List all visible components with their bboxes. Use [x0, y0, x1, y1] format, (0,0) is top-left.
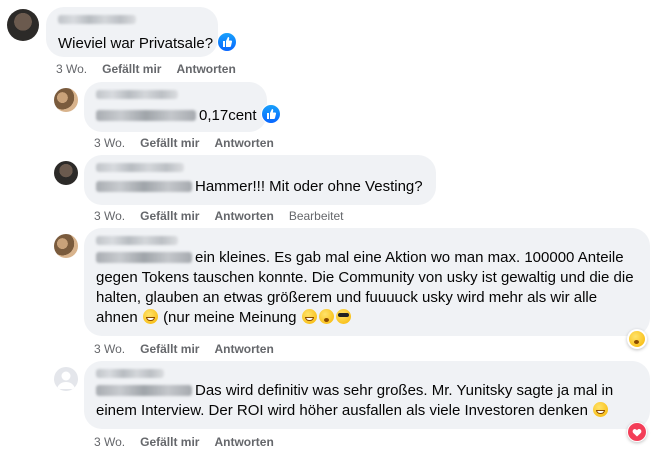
- comment-text: 0,17cent: [199, 107, 257, 124]
- grinning-sweat-emoji-icon: [301, 309, 317, 324]
- comment-text-line: einem Interview. Der ROI wird höher ausf…: [96, 402, 588, 419]
- comment-text-line: halten, glauben an etwas größerem und fu…: [96, 289, 598, 306]
- comment-text: Wieviel war Privatsale?: [58, 35, 214, 52]
- comment-bubble: Hammer!!! Mit oder ohne Vesting?: [84, 155, 436, 205]
- reply-button[interactable]: Antworten: [214, 209, 273, 223]
- timestamp[interactable]: 3 Wo.: [94, 435, 125, 449]
- comment-text-line: gegen Tokens tauschen konnte. Die Commun…: [96, 269, 634, 286]
- reply-button[interactable]: Antworten: [176, 62, 235, 76]
- like-button[interactable]: Gefällt mir: [140, 209, 199, 223]
- mention-tag[interactable]: [96, 181, 192, 192]
- sunglasses-emoji-icon: [335, 309, 351, 324]
- hushed-emoji-icon: [318, 309, 334, 324]
- comment-text-line: ahnen: [96, 309, 138, 326]
- comment-text: Hammer!!! Mit oder ohne Vesting?: [195, 178, 423, 195]
- comment-bubble: Das wird definitiv was sehr großes. Mr. …: [84, 361, 650, 429]
- timestamp[interactable]: 3 Wo.: [94, 342, 125, 356]
- avatar[interactable]: [54, 161, 78, 185]
- comment-text-line: (nur meine Meinung: [163, 309, 297, 326]
- commenter-name[interactable]: [96, 369, 164, 378]
- grinning-emoji-icon: [593, 402, 609, 417]
- avatar[interactable]: [54, 367, 78, 391]
- like-button[interactable]: Gefällt mir: [102, 62, 161, 76]
- commenter-name[interactable]: [96, 90, 178, 99]
- comment-actions: 3 Wo. Gefällt mir Antworten: [94, 342, 274, 356]
- like-reaction-icon[interactable]: [260, 104, 281, 124]
- commenter-name[interactable]: [58, 15, 136, 24]
- reply-button[interactable]: Antworten: [214, 435, 273, 449]
- care-reaction-icon[interactable]: [627, 329, 647, 349]
- reply-button[interactable]: Antworten: [214, 136, 273, 150]
- mention-tag[interactable]: [96, 110, 196, 121]
- commenter-name[interactable]: [96, 236, 178, 245]
- comment-bubble: ein kleines. Es gab mal eine Aktion wo m…: [84, 228, 650, 336]
- like-button[interactable]: Gefällt mir: [140, 435, 199, 449]
- edited-label[interactable]: Bearbeitet: [289, 209, 344, 223]
- mention-tag[interactable]: [96, 385, 192, 396]
- love-reaction-icon[interactable]: [627, 422, 647, 442]
- commenter-name[interactable]: [96, 163, 184, 172]
- comment-bubble: 0,17cent: [84, 82, 281, 132]
- reply-button[interactable]: Antworten: [214, 342, 273, 356]
- comment-bubble: Wieviel war Privatsale?: [46, 7, 238, 57]
- comment-actions: 3 Wo. Gefällt mir Antworten: [56, 62, 236, 76]
- mention-tag[interactable]: [96, 252, 192, 263]
- comment-text-line: Das wird definitiv was sehr großes. Mr. …: [195, 382, 614, 399]
- comment-actions: 3 Wo. Gefällt mir Antworten: [94, 435, 274, 449]
- avatar[interactable]: [54, 88, 78, 112]
- comment-text-line: ein kleines. Es gab mal eine Aktion wo m…: [195, 249, 624, 266]
- default-user-icon: [57, 371, 75, 389]
- like-button[interactable]: Gefällt mir: [140, 136, 199, 150]
- timestamp[interactable]: 3 Wo.: [56, 62, 87, 76]
- avatar[interactable]: [7, 9, 39, 41]
- like-button[interactable]: Gefällt mir: [140, 342, 199, 356]
- laughing-emoji-icon: [142, 309, 158, 324]
- avatar[interactable]: [54, 234, 78, 258]
- timestamp[interactable]: 3 Wo.: [94, 209, 125, 223]
- timestamp[interactable]: 3 Wo.: [94, 136, 125, 150]
- like-reaction-icon[interactable]: [217, 32, 238, 52]
- comment-actions: 3 Wo. Gefällt mir Antworten Bearbeitet: [94, 209, 344, 223]
- comment-actions: 3 Wo. Gefällt mir Antworten: [94, 136, 274, 150]
